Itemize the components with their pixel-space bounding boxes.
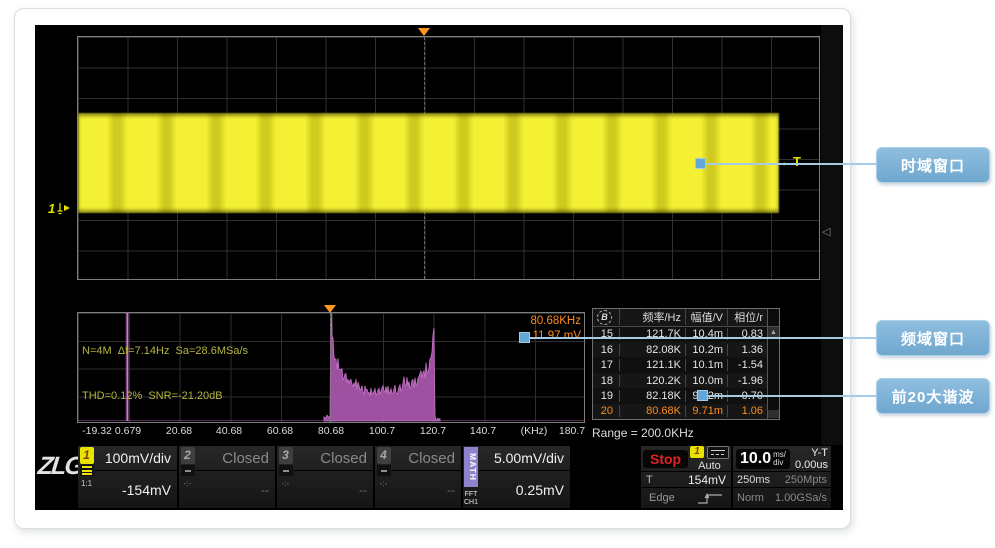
axis-tick: 100.7 (369, 425, 395, 437)
memory-depth: 250Mpts (785, 474, 827, 486)
table-header: B 频率/Hz 幅值/V 相位/r (593, 309, 767, 327)
page: ◁ 1 ←T N=4M Δf=7.14Hz Sa=28.6MSa/s THD=0… (0, 0, 995, 548)
ch1-coupling-icon (80, 465, 94, 476)
callout-label-time-domain: 时域窗口 (876, 147, 990, 183)
col-amp: 幅值/V (685, 309, 727, 325)
channel2-box[interactable]: 2 -:- Closed -- (179, 446, 275, 508)
ch4-coupling-icon (377, 465, 391, 476)
fft-info-readout: N=4M Δf=7.14Hz Sa=28.6MSa/s THD=0.12% SN… (82, 314, 248, 434)
run-stop-button[interactable]: Stop (643, 450, 688, 468)
trigger-sweep: Auto (698, 460, 721, 472)
ch3-value: -- (294, 471, 373, 508)
table-row[interactable]: 17121.1K10.1m-1.54 (593, 357, 767, 372)
axis-tick: 140.7 (470, 425, 496, 437)
ch1-offset: -154mV (95, 471, 177, 508)
table-row[interactable]: 15121.7K10.4m0.83 (593, 327, 767, 342)
scroll-thumb[interactable] (768, 410, 779, 418)
side-panel-arrow-icon[interactable]: ◁ (822, 226, 830, 238)
math-source: FFTCH1 (464, 491, 478, 507)
ch2-value: -- (196, 471, 275, 508)
col-phase: 相位/r (727, 309, 767, 325)
callout-dot-harmonics (697, 390, 708, 401)
fft-marker-icon[interactable] (324, 305, 336, 313)
table-row-highlighted[interactable]: 2080.68K9.71m1.06 (593, 404, 767, 419)
channel4-box[interactable]: 4 -:- Closed -- (375, 446, 461, 508)
ch3-coupling-icon (279, 465, 293, 476)
ch1-ground-marker[interactable]: 1 (48, 200, 71, 216)
callout-dot-freq-domain (519, 332, 530, 343)
col-freq: 频率/Hz (619, 309, 685, 325)
ch1-probe-ratio: 1:1 (81, 479, 92, 488)
trigger-delay: 0.00us (795, 459, 828, 471)
callout-label-harmonics: 前20大谐波 (876, 378, 990, 414)
math-tab: MATH (464, 447, 478, 487)
callout-dot-time-domain (695, 158, 706, 169)
display-mode: Y-T (811, 447, 828, 459)
ch1-scale: 100mV/div (95, 446, 177, 471)
ch1-number-badge: 1 (80, 447, 94, 464)
trigger-level: 154mV (688, 473, 726, 487)
acquisition-mode: Norm (737, 492, 764, 504)
channel1-box[interactable]: 1 1:1 100mV/div -154mV (78, 446, 177, 508)
math-box[interactable]: MATH FFTCH1 5.00mV/div 0.25mV (463, 446, 570, 508)
ch3-number-badge: 3 (279, 447, 293, 464)
ch4-value: -- (392, 471, 461, 508)
axis-tick: 60.68 (267, 425, 293, 437)
ch3-state: Closed (294, 446, 373, 471)
ch1-waveform (78, 113, 779, 213)
ch2-coupling-icon (181, 465, 195, 476)
fft-marker-line (330, 313, 331, 422)
channel3-box[interactable]: 3 -:- Closed -- (277, 446, 373, 508)
math-scale: 5.00mV/div (479, 446, 570, 471)
fft-range-label: Range = 200.0KHz (592, 426, 694, 440)
timebase-scale: 10.0 ms/div (736, 449, 790, 469)
trigger-type: Edge (649, 492, 675, 504)
dc-coupling-icon (707, 446, 729, 459)
ch2-state: Closed (196, 446, 275, 471)
table-row[interactable]: 1682.08K10.2m1.36 (593, 342, 767, 357)
callout-line-freq-domain (527, 337, 880, 339)
ground-arrow-icon (56, 200, 71, 216)
math-value: 0.25mV (479, 471, 570, 508)
callout-label-freq-domain: 频域窗口 (876, 320, 990, 356)
rising-edge-icon (697, 492, 723, 505)
callout-line-time-domain (700, 163, 880, 165)
trigger-level-label: T (646, 474, 653, 486)
trigger-source-badge: 1 (690, 446, 704, 458)
ch2-number-badge: 2 (181, 447, 195, 464)
ch4-state: Closed (392, 446, 461, 471)
axis-unit-label: (KHz) (521, 425, 548, 437)
trigger-box[interactable]: Stop 1 Auto T 154mV Edge (641, 446, 731, 508)
b-measure-icon[interactable]: B (593, 310, 619, 325)
table-scrollbar[interactable]: ▲ (767, 309, 779, 419)
ch3-probe-ratio: -:- (282, 479, 290, 488)
axis-tick: 80.68 (318, 425, 344, 437)
ch2-probe-ratio: -:- (184, 479, 192, 488)
ch4-number-badge: 4 (377, 447, 391, 464)
ch4-probe-ratio: -:- (380, 479, 388, 488)
trigger-level-marker[interactable]: ←T (780, 154, 801, 169)
axis-tick: 180.7 (559, 425, 585, 437)
harmonics-table: B 频率/Hz 幅值/V 相位/r 15121.7K10.4m0.83 1682… (592, 308, 780, 420)
trigger-position-icon[interactable] (418, 28, 430, 36)
table-row[interactable]: 18120.2K10.0m-1.96 (593, 373, 767, 388)
sample-rate: 1.00GSa/s (775, 492, 827, 504)
timebase-box[interactable]: 10.0 ms/div Y-T 0.00us 250ms 250Mpts Nor… (733, 446, 831, 508)
capture-window: 250ms (737, 474, 770, 486)
callout-line-harmonics (703, 395, 880, 397)
axis-tick: 120.7 (420, 425, 446, 437)
